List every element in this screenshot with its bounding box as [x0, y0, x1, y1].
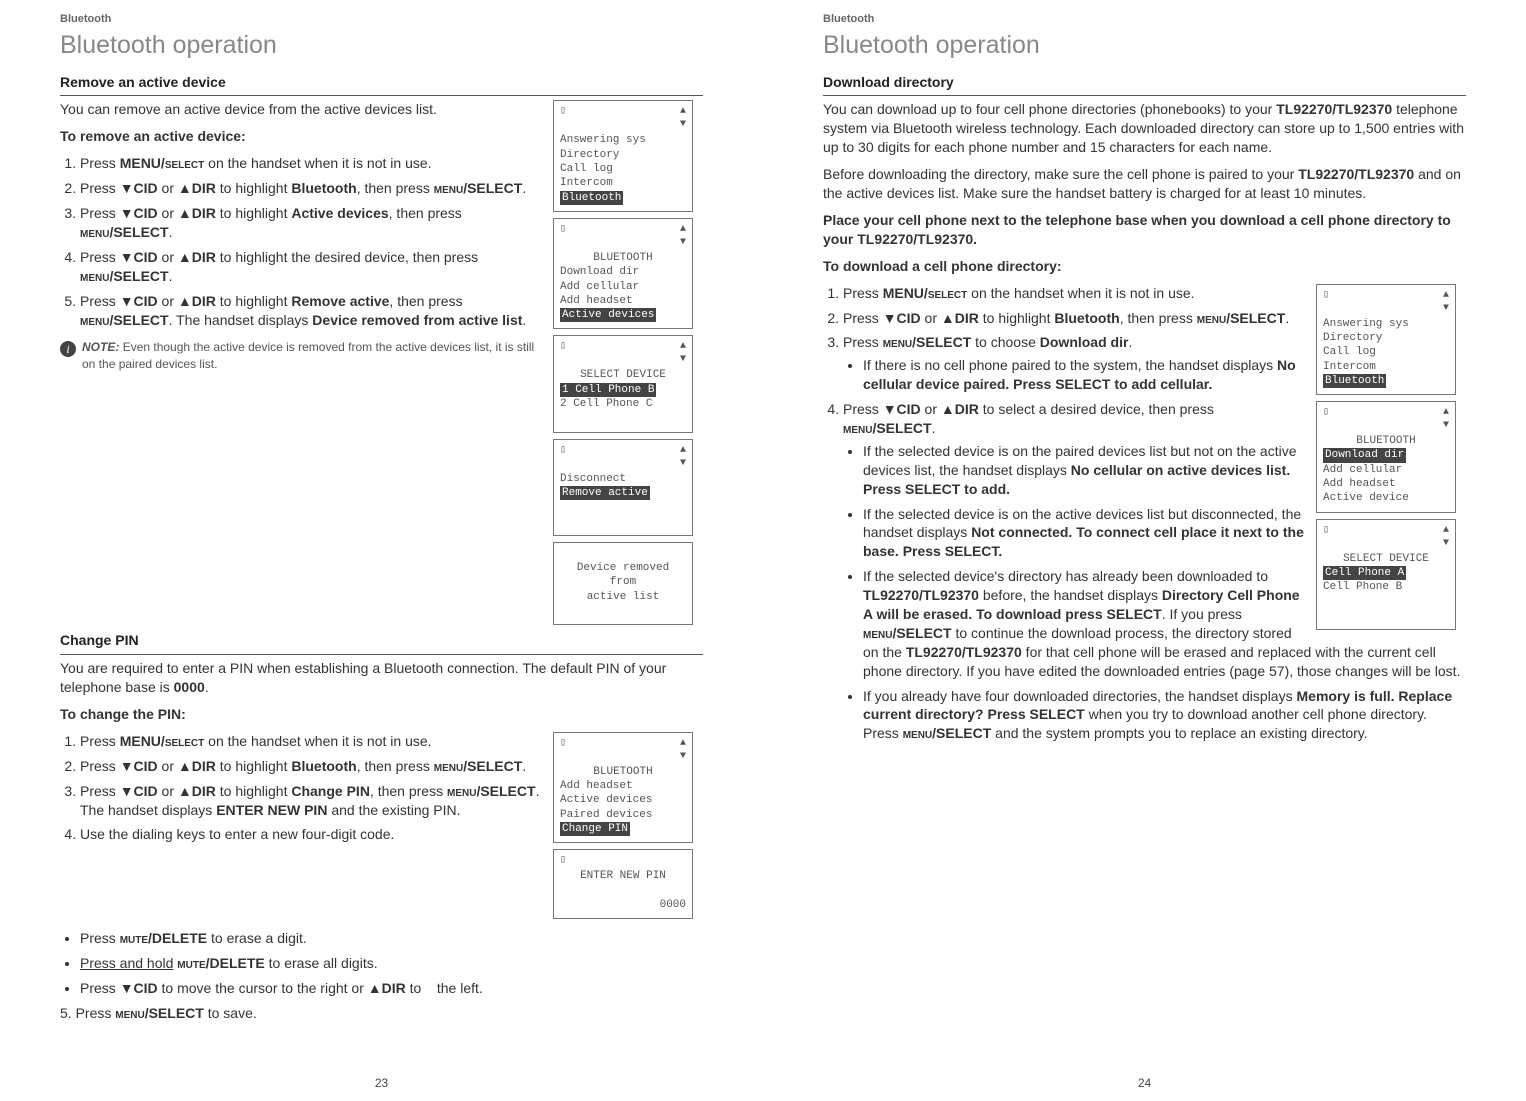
lcd-screen: ▯ ▲▼ SELECT DEVICE Cell Phone A Cell Phon… [1316, 519, 1456, 630]
lcd-line: Add headset [560, 294, 686, 308]
lcd-line-selected: Cell Phone A [1323, 566, 1406, 580]
lcd-screen: ▯ ▲▼ Answering sys Directory Call log Int… [1316, 284, 1456, 395]
lcd-column-3: ▯ ▲▼ Answering sys Directory Call log Int… [1316, 284, 1466, 636]
section-remove-title: Remove an active device [60, 73, 703, 92]
scroll-icon: ▲▼ [680, 444, 686, 470]
page-number: 23 [0, 1075, 763, 1091]
lcd-line: Answering sys [560, 133, 686, 147]
lcd-line: Add cellular [560, 280, 686, 294]
section-divider [60, 654, 703, 655]
lcd-line: Add headset [1323, 477, 1449, 491]
sub-item: Press and hold mute/DELETE to erase all … [80, 954, 703, 973]
lcd-screen: ▯▲▼ BLUETOOTH Download dir Add cellular … [1316, 401, 1456, 512]
procedure-title: To download a cell phone directory: [823, 257, 1466, 276]
lcd-line: Directory [1323, 331, 1449, 345]
scroll-icon: ▲▼ [1443, 524, 1449, 550]
lcd-line: BLUETOOTH [1323, 434, 1449, 448]
lcd-line-selected: Remove active [560, 486, 650, 500]
scroll-icon: ▲▼ [680, 223, 686, 249]
section-divider [823, 95, 1466, 96]
lcd-screen: ▯▲▼ BLUETOOTH Download dir Add cellular … [553, 218, 693, 329]
lcd-line: Active devices [560, 793, 686, 807]
lcd-line: 0000 [560, 898, 686, 912]
lcd-line: BLUETOOTH [560, 251, 686, 265]
lcd-line: Cell Phone B [1323, 580, 1449, 594]
section-changepin-title: Change PIN [60, 631, 703, 650]
lcd-line: Intercom [560, 176, 686, 190]
lcd-line: 2 Cell Phone C [560, 397, 686, 411]
note-label: NOTE: [82, 340, 119, 354]
page-title: Bluetooth operation [823, 29, 1466, 63]
lcd-line: from [560, 575, 686, 589]
sub-item: Press mute/DELETE to erase a digit. [80, 929, 703, 948]
lcd-line: Add headset [560, 779, 686, 793]
section-intro: You are required to enter a PIN when est… [60, 659, 703, 697]
lcd-screen: Device removed from active list [553, 542, 693, 625]
sub-list: Press mute/DELETE to erase a digit. Pres… [60, 929, 703, 998]
lcd-line-selected: Change PIN [560, 822, 630, 836]
sub-item: If you already have four downloaded dire… [863, 687, 1466, 744]
page-left: Bluetooth Bluetooth operation Remove an … [0, 0, 763, 1101]
lcd-line: Add cellular [1323, 463, 1449, 477]
battery-icon: ▯ [560, 854, 566, 867]
lcd-line: SELECT DEVICE [1323, 552, 1449, 566]
lcd-screen: ▯ ▲▼ Answering sys Directory Call log Int… [553, 100, 693, 211]
lcd-line: Device removed [560, 561, 686, 575]
note-text: Even though the active device is removed… [82, 340, 534, 370]
lcd-line-selected: Active devices [560, 308, 656, 322]
lcd-line: Directory [560, 148, 686, 162]
page-title: Bluetooth operation [60, 29, 703, 63]
procedure-title: To change the PIN: [60, 705, 703, 724]
battery-icon: ▯ [560, 737, 566, 763]
note-block: NOTE: Even though the active device is r… [60, 339, 703, 371]
procedure-step: 5. Press menu/SELECT to save. [60, 1004, 703, 1023]
lcd-line: Active device [1323, 491, 1449, 505]
lcd-column-2: ▯ ▲▼ BLUETOOTH Add headset Active devices… [553, 732, 703, 925]
lcd-screen: ▯ ▲▼ BLUETOOTH Add headset Active devices… [553, 732, 693, 843]
lcd-line: Answering sys [1323, 317, 1449, 331]
battery-icon: ▯ [560, 105, 566, 131]
battery-icon: ▯ [560, 444, 566, 470]
lcd-line: Call log [1323, 345, 1449, 359]
lcd-line: active list [560, 590, 686, 604]
breadcrumb: Bluetooth [60, 12, 703, 27]
lcd-line: BLUETOOTH [560, 765, 686, 779]
page-right: Bluetooth Bluetooth operation Download d… [763, 0, 1526, 1101]
sub-item: Press ▼CID to move the cursor to the rig… [80, 979, 703, 998]
lcd-line: Disconnect [560, 472, 686, 486]
lcd-screen: ▯ ENTER NEW PIN 0000 [553, 849, 693, 919]
section-download-title: Download directory [823, 73, 1466, 92]
body-paragraph: Before downloading the directory, make s… [823, 165, 1466, 203]
lcd-line-selected: 1 Cell Phone B [560, 383, 656, 397]
lcd-line: ENTER NEW PIN [560, 869, 686, 883]
lcd-line: Download dir [560, 265, 686, 279]
battery-icon: ▯ [1323, 524, 1329, 550]
scroll-icon: ▲▼ [680, 105, 686, 131]
lcd-line-selected: Download dir [1323, 448, 1406, 462]
section-divider [60, 95, 703, 96]
scroll-icon: ▲▼ [1443, 406, 1449, 432]
body-paragraph: You can download up to four cell phone d… [823, 100, 1466, 157]
body-paragraph-bold: Place your cell phone next to the teleph… [823, 211, 1466, 249]
lcd-line: Call log [560, 162, 686, 176]
lcd-line: Paired devices [560, 808, 686, 822]
lcd-line: Intercom [1323, 360, 1449, 374]
breadcrumb: Bluetooth [823, 12, 1466, 27]
lcd-screen: ▯ ▲▼ Disconnect Remove active [553, 439, 693, 536]
scroll-icon: ▲▼ [680, 737, 686, 763]
battery-icon: ▯ [1323, 406, 1329, 432]
lcd-line-selected: Bluetooth [560, 191, 623, 205]
lcd-line-selected: Bluetooth [1323, 374, 1386, 388]
battery-icon: ▯ [560, 223, 566, 249]
page-number: 24 [763, 1075, 1526, 1091]
scroll-icon: ▲▼ [1443, 289, 1449, 315]
battery-icon: ▯ [1323, 289, 1329, 315]
